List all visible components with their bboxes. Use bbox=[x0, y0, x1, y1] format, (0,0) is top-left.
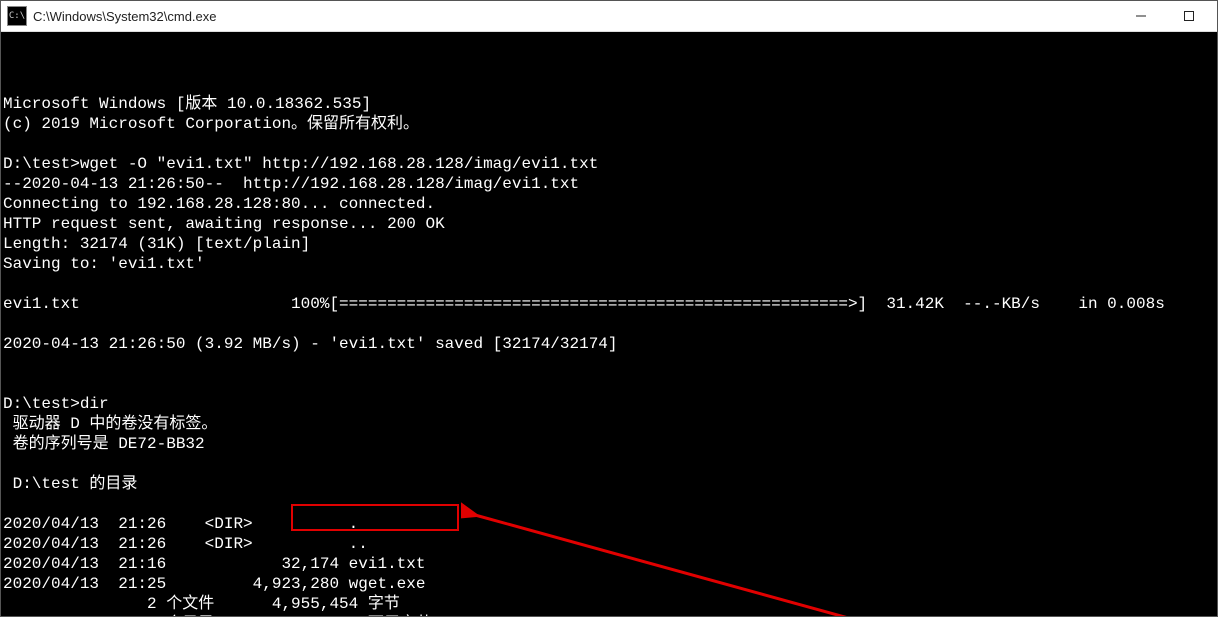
terminal-line: 2020/04/13 21:25 4,923,280 wget.exe bbox=[3, 574, 1217, 594]
window-buttons bbox=[1119, 2, 1211, 30]
terminal-line: D:\test 的目录 bbox=[3, 474, 1217, 494]
terminal-output[interactable]: Microsoft Windows [版本 10.0.18362.535](c)… bbox=[1, 32, 1217, 616]
minimize-button[interactable] bbox=[1119, 2, 1163, 30]
terminal-line: HTTP request sent, awaiting response... … bbox=[3, 214, 1217, 234]
terminal-line: 2 个文件 4,955,454 字节 bbox=[3, 594, 1217, 614]
minimize-icon bbox=[1136, 11, 1146, 21]
terminal-line: 2020/04/13 21:16 32,174 evi1.txt bbox=[3, 554, 1217, 574]
terminal-line: 驱动器 D 中的卷没有标签。 bbox=[3, 414, 1217, 434]
terminal-line: D:\test>dir bbox=[3, 394, 1217, 414]
terminal-line: Saving to: 'evi1.txt' bbox=[3, 254, 1217, 274]
cmd-window: C:\ C:\Windows\System32\cmd.exe bbox=[0, 0, 1218, 617]
terminal-line: Microsoft Windows [版本 10.0.18362.535] bbox=[3, 94, 1217, 114]
terminal-line: 2 个目录 23,175,860,224 可用字节 bbox=[3, 614, 1217, 616]
terminal-line: Connecting to 192.168.28.128:80... conne… bbox=[3, 194, 1217, 214]
terminal-line bbox=[3, 314, 1217, 334]
cmd-icon: C:\ bbox=[7, 6, 27, 26]
cmd-icon-label: C:\ bbox=[9, 11, 25, 21]
terminal-line: --2020-04-13 21:26:50-- http://192.168.2… bbox=[3, 174, 1217, 194]
terminal-line: 2020-04-13 21:26:50 (3.92 MB/s) - 'evi1.… bbox=[3, 334, 1217, 354]
terminal-line bbox=[3, 494, 1217, 514]
terminal-line bbox=[3, 374, 1217, 394]
terminal-line: Length: 32174 (31K) [text/plain] bbox=[3, 234, 1217, 254]
maximize-button[interactable] bbox=[1167, 2, 1211, 30]
terminal-line bbox=[3, 274, 1217, 294]
terminal-line bbox=[3, 354, 1217, 374]
terminal-line: D:\test>wget -O "evi1.txt" http://192.16… bbox=[3, 154, 1217, 174]
terminal-line bbox=[3, 454, 1217, 474]
terminal-line: (c) 2019 Microsoft Corporation。保留所有权利。 bbox=[3, 114, 1217, 134]
terminal-line: 2020/04/13 21:26 <DIR> .. bbox=[3, 534, 1217, 554]
terminal-line bbox=[3, 134, 1217, 154]
window-title: C:\Windows\System32\cmd.exe bbox=[33, 9, 1119, 24]
terminal-line: evi1.txt 100%[==========================… bbox=[3, 294, 1217, 314]
maximize-icon bbox=[1184, 11, 1194, 21]
window-titlebar[interactable]: C:\ C:\Windows\System32\cmd.exe bbox=[1, 1, 1217, 32]
terminal-line: 2020/04/13 21:26 <DIR> . bbox=[3, 514, 1217, 534]
terminal-line: 卷的序列号是 DE72-BB32 bbox=[3, 434, 1217, 454]
